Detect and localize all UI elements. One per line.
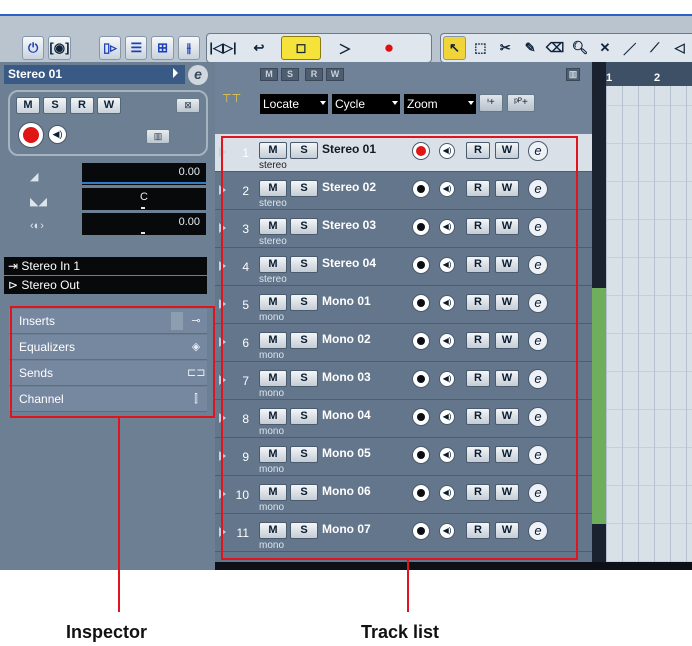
add-track-button[interactable]: ᶧ+ <box>479 94 503 112</box>
chevron-down-icon <box>320 101 326 105</box>
track-list-callout-line <box>407 560 409 612</box>
inspector-track-controls: M S R W ⊠ ◀) ▥ <box>8 90 208 156</box>
input-routing[interactable]: ⇥ Stereo In 1 <box>4 257 207 275</box>
stop-button[interactable]: ◻ <box>281 36 321 60</box>
inspector-solo-button[interactable]: S <box>43 97 67 114</box>
inspector-callout-line <box>118 418 120 612</box>
track-delay-value: 0.00 <box>178 216 200 228</box>
record-button[interactable]: ● <box>369 36 409 60</box>
zoom-dropdown[interactable]: Zoom <box>404 94 476 114</box>
global-solo-indicator[interactable]: S <box>281 68 299 81</box>
draw-tool-icon[interactable]: ／ <box>619 36 640 60</box>
delay-indicator <box>141 232 145 234</box>
toolbar-group-left: ⏻ [◉] ▯▹ ☰ ⊞ ⫲ <box>18 33 202 63</box>
zoom-dropdown-label: Zoom <box>407 97 438 111</box>
glue-tool-icon[interactable]: ✎ <box>520 36 541 60</box>
volume-icon: ◢ <box>30 171 39 183</box>
global-write-indicator[interactable]: W <box>326 68 344 81</box>
mute-tool-icon[interactable]: ✕ <box>594 36 615 60</box>
play-tool-icon[interactable]: ◁ <box>669 36 690 60</box>
output-routing[interactable]: ⊳ Stereo Out <box>4 276 207 294</box>
object-selection-tool-icon[interactable]: ↖ <box>443 36 466 60</box>
project-toolbar: ⏻ [◉] ▯▹ ☰ ⊞ ⫲ |◁▷| ↩ ◻ ＞ ● ↖ ⬚ ✂ ✎ ⌫ 🔍︎… <box>0 14 692 63</box>
chevron-down-icon <box>392 101 398 105</box>
event-display[interactable] <box>606 86 692 562</box>
go-to-start-button[interactable]: |◁▷| <box>209 36 237 60</box>
zoom-tool-icon[interactable]: 🔍︎ <box>570 36 591 60</box>
locate-dropdown[interactable]: Locate <box>260 94 328 114</box>
track-delay-icon: ‹◐› <box>30 220 44 232</box>
output-routing-label: Stereo Out <box>21 278 80 292</box>
track-delay-field[interactable]: 0.00 <box>82 213 206 235</box>
track-list-callout-label: Track list <box>361 622 440 642</box>
cycle-dropdown[interactable]: Cycle <box>332 94 400 114</box>
track-list-highlight <box>221 136 578 560</box>
global-read-indicator[interactable]: R <box>305 68 323 81</box>
inspector-record-enable-button[interactable] <box>18 122 44 148</box>
inspector-mute-button[interactable]: M <box>16 97 40 114</box>
show-overview-button[interactable]: ⊞ <box>151 36 174 60</box>
inspector-lanes-button[interactable]: ▥ <box>146 129 170 144</box>
ruler-bar-1: 1 <box>606 72 613 84</box>
volume-meter <box>82 182 206 184</box>
pan-indicator <box>141 207 145 209</box>
constrain-delay-button[interactable]: [◉] <box>48 36 71 60</box>
color-block <box>592 334 606 524</box>
track-controls-settings-icon[interactable]: ▥ <box>566 68 580 81</box>
inspector-highlight <box>10 306 215 418</box>
color-block <box>592 288 606 334</box>
global-mute-indicator[interactable]: M <box>260 68 278 81</box>
track-list-footer <box>215 562 692 570</box>
split-tool-icon[interactable]: ✂ <box>495 36 516 60</box>
timeline-ruler[interactable]: 1 2 <box>606 62 692 86</box>
input-routing-label: Stereo In 1 <box>21 259 81 273</box>
inspector-callout-label: Inspector <box>66 622 148 642</box>
track-color-strip <box>592 62 606 562</box>
sort-tracks-icon[interactable]: ⊤⊤ <box>222 92 241 105</box>
transport-group: |◁▷| ↩ ◻ ＞ ● <box>206 33 432 63</box>
inspector-monitor-button[interactable]: ◀) <box>48 125 67 144</box>
show-event-infoline-button[interactable]: ☰ <box>125 36 148 60</box>
show-inspector-button[interactable]: ▯▹ <box>98 36 122 60</box>
ruler-bar-2: 2 <box>654 72 661 84</box>
edit-channel-settings-icon[interactable]: e <box>188 65 208 85</box>
inspector-freeze-icon[interactable]: ⊠ <box>176 98 200 113</box>
inspector-track-title[interactable]: Stereo 01 <box>4 65 185 84</box>
line-tool-icon[interactable]: ⟋ <box>644 36 665 60</box>
cycle-icon[interactable]: ↩ <box>241 36 277 60</box>
chevron-down-icon <box>468 101 474 105</box>
open-mixer-button[interactable]: ⫲ <box>177 36 200 60</box>
expand-arrow-icon[interactable] <box>173 68 178 78</box>
activate-project-button[interactable]: ⏻ <box>22 36 45 60</box>
pan-icon: ◣◢ <box>30 196 47 208</box>
tools-group: ↖ ⬚ ✂ ✎ ⌫ 🔍︎ ✕ ／ ⟋ ◁ <box>440 33 692 63</box>
inspector-write-button[interactable]: W <box>97 97 121 114</box>
volume-field[interactable]: 0.00 <box>82 163 206 185</box>
erase-tool-icon[interactable]: ⌫ <box>545 36 566 60</box>
pan-field[interactable]: C <box>82 188 206 210</box>
cycle-dropdown-label: Cycle <box>335 97 366 111</box>
play-button[interactable]: ＞ <box>325 36 365 60</box>
inspector-read-button[interactable]: R <box>70 97 94 114</box>
pan-value: C <box>140 191 148 203</box>
top-margin <box>0 0 692 14</box>
volume-value: 0.00 <box>178 166 200 178</box>
divider <box>75 36 95 60</box>
locate-dropdown-label: Locate <box>263 97 300 111</box>
range-selection-tool-icon[interactable]: ⬚ <box>470 36 491 60</box>
add-folder-button[interactable]: ᵖᴾ+ <box>507 94 535 112</box>
